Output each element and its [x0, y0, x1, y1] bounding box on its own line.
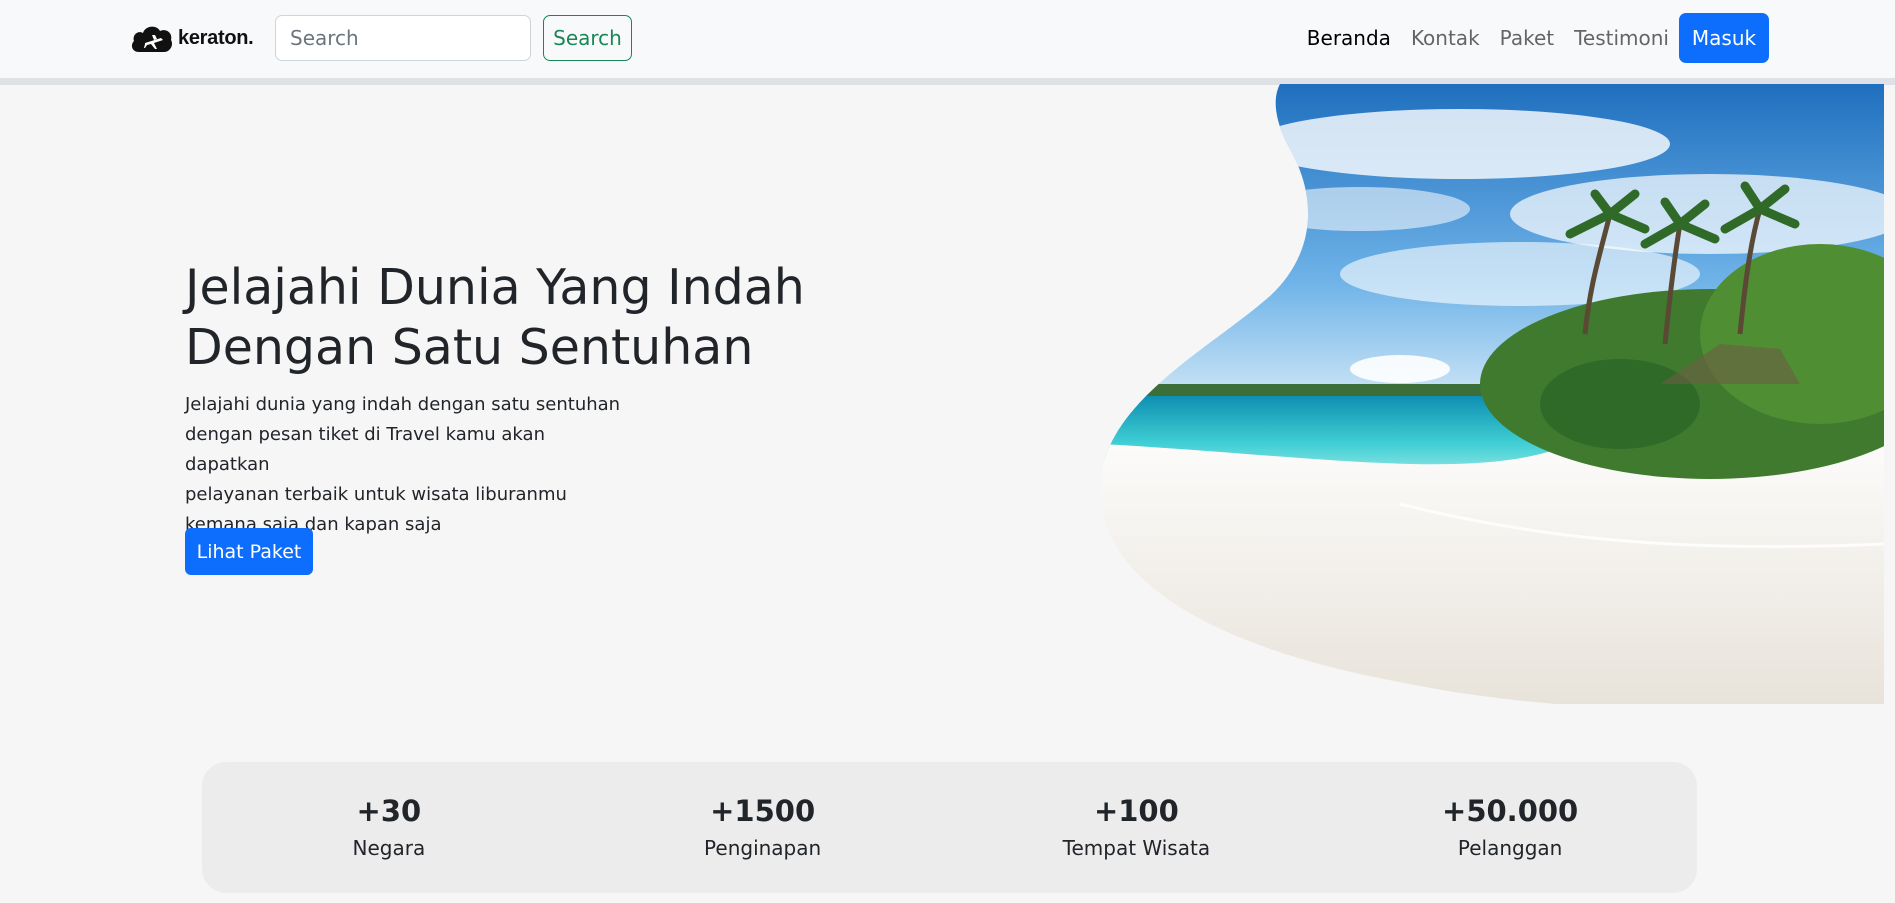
hero-description: Jelajahi dunia yang indah dengan satu se…: [185, 390, 635, 540]
view-packages-button[interactable]: Lihat Paket: [185, 528, 313, 575]
hero-desc-line: Jelajahi dunia yang indah dengan satu se…: [185, 394, 621, 415]
brand-logo[interactable]: keraton.: [130, 22, 254, 54]
hero-desc-line: pelayanan terbaik untuk wisata liburanmu: [185, 484, 567, 505]
stat-label: Negara: [352, 835, 426, 860]
nav-link-testimoni[interactable]: Testimoni: [1564, 26, 1679, 50]
cloud-plane-icon: [131, 26, 173, 52]
stat-value: +50.000: [1442, 793, 1579, 828]
nav-links: Beranda Kontak Paket Testimoni Masuk: [1297, 13, 1769, 63]
hero-title-line1: Jelajahi Dunia Yang Indah: [185, 259, 805, 316]
search-button[interactable]: Search: [543, 15, 632, 61]
stat-value: +30: [356, 793, 422, 828]
search-input[interactable]: [275, 15, 531, 61]
stat-value: +100: [1093, 793, 1179, 828]
hero-title-line2: Dengan Satu Sentuhan: [185, 319, 754, 376]
brand-name: keraton.: [178, 26, 254, 49]
nav-link-beranda[interactable]: Beranda: [1297, 26, 1401, 50]
stat-item: +100 Tempat Wisata: [986, 793, 1286, 863]
hero-desc-line: dengan pesan tiket di Travel kamu akan d…: [185, 424, 545, 475]
nav-link-kontak[interactable]: Kontak: [1401, 26, 1490, 50]
login-button[interactable]: Masuk: [1679, 13, 1769, 63]
nav-link-paket[interactable]: Paket: [1490, 26, 1564, 50]
stat-item: +1500 Penginapan: [613, 793, 913, 863]
stat-item: +50.000 Pelanggan: [1360, 793, 1660, 863]
stat-label: Tempat Wisata: [1062, 835, 1211, 860]
stat-item: +30 Negara: [239, 793, 539, 863]
hero-title: Jelajahi Dunia Yang Indah Dengan Satu Se…: [185, 258, 885, 378]
beach-hero-image: [1100, 84, 1884, 704]
stat-label: Penginapan: [704, 835, 822, 860]
stats-bar: +30 Negara +1500 Penginapan +100 Tempat …: [202, 762, 1697, 893]
navbar: keraton. Search Beranda Kontak Paket Tes…: [0, 0, 1895, 85]
stat-label: Pelanggan: [1457, 835, 1563, 860]
stat-value: +1500: [710, 793, 816, 828]
